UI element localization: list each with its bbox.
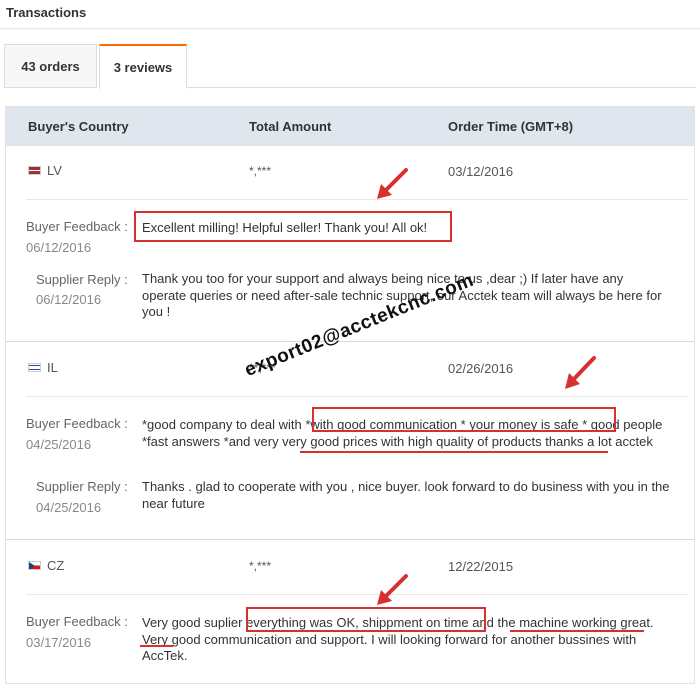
amount-cell: *,***	[249, 164, 272, 178]
feedback-underline	[510, 630, 644, 632]
row-divider	[26, 594, 688, 595]
order-time-cell: 12/22/2015	[448, 559, 514, 574]
country-code: IL	[47, 360, 58, 375]
order-time-cell: 02/26/2016	[448, 361, 514, 376]
column-header-country: Buyer's Country	[28, 119, 129, 134]
country-cell: LV	[28, 163, 62, 178]
feedback-date: 04/25/2016	[26, 437, 92, 452]
red-arrow-icon	[377, 168, 408, 199]
review-separator	[6, 539, 694, 540]
tab-reviews[interactable]: 3 reviews	[99, 44, 187, 89]
feedback-highlight-box	[134, 211, 452, 242]
reply-date: 04/25/2016	[36, 500, 102, 515]
column-header-amount: Total Amount	[249, 119, 332, 134]
buyer-feedback-label: Buyer Feedback :	[26, 416, 128, 431]
feedback-date: 03/17/2016	[26, 635, 92, 650]
row-divider	[26, 199, 688, 200]
tab-baseline	[187, 87, 696, 88]
feedback-date: 06/12/2016	[26, 240, 92, 255]
tab-orders[interactable]: 43 orders	[4, 44, 97, 88]
order-time-cell: 03/12/2016	[448, 164, 514, 179]
buyer-feedback-label: Buyer Feedback :	[26, 219, 128, 234]
country-code: CZ	[47, 558, 65, 573]
row-divider	[26, 396, 688, 397]
reviews-table: Buyer's Country Total Amount Order Time …	[5, 106, 695, 684]
country-code: LV	[47, 163, 62, 178]
title-divider	[0, 28, 700, 29]
feedback-underline	[300, 451, 608, 453]
flag-czech-icon	[28, 561, 41, 570]
red-arrow-icon	[565, 356, 596, 389]
country-cell: IL	[28, 360, 58, 375]
feedback-highlight-box	[246, 607, 486, 632]
buyer-feedback-label: Buyer Feedback :	[26, 614, 128, 629]
table-header: Buyer's Country Total Amount Order Time …	[6, 107, 694, 146]
supplier-reply-text: Thanks . glad to cooperate with you , ni…	[142, 479, 670, 511]
section-title: Transactions	[6, 5, 87, 20]
flag-latvia-icon	[28, 166, 41, 175]
supplier-reply-label: Supplier Reply :	[36, 272, 128, 287]
red-arrow-icon	[377, 574, 408, 605]
flag-israel-icon	[28, 363, 41, 372]
feedback-underline	[140, 645, 173, 647]
country-cell: CZ	[28, 558, 64, 573]
reply-date: 06/12/2016	[36, 292, 102, 307]
tab-bar: 43 orders 3 reviews	[4, 44, 696, 89]
supplier-reply-label: Supplier Reply :	[36, 479, 128, 494]
feedback-highlight-box	[312, 407, 616, 432]
amount-cell: *,***	[249, 559, 272, 573]
review-row: LV *,*** 03/12/2016 Buyer Feedback : 06/…	[6, 146, 694, 342]
column-header-time: Order Time (GMT+8)	[448, 119, 574, 134]
